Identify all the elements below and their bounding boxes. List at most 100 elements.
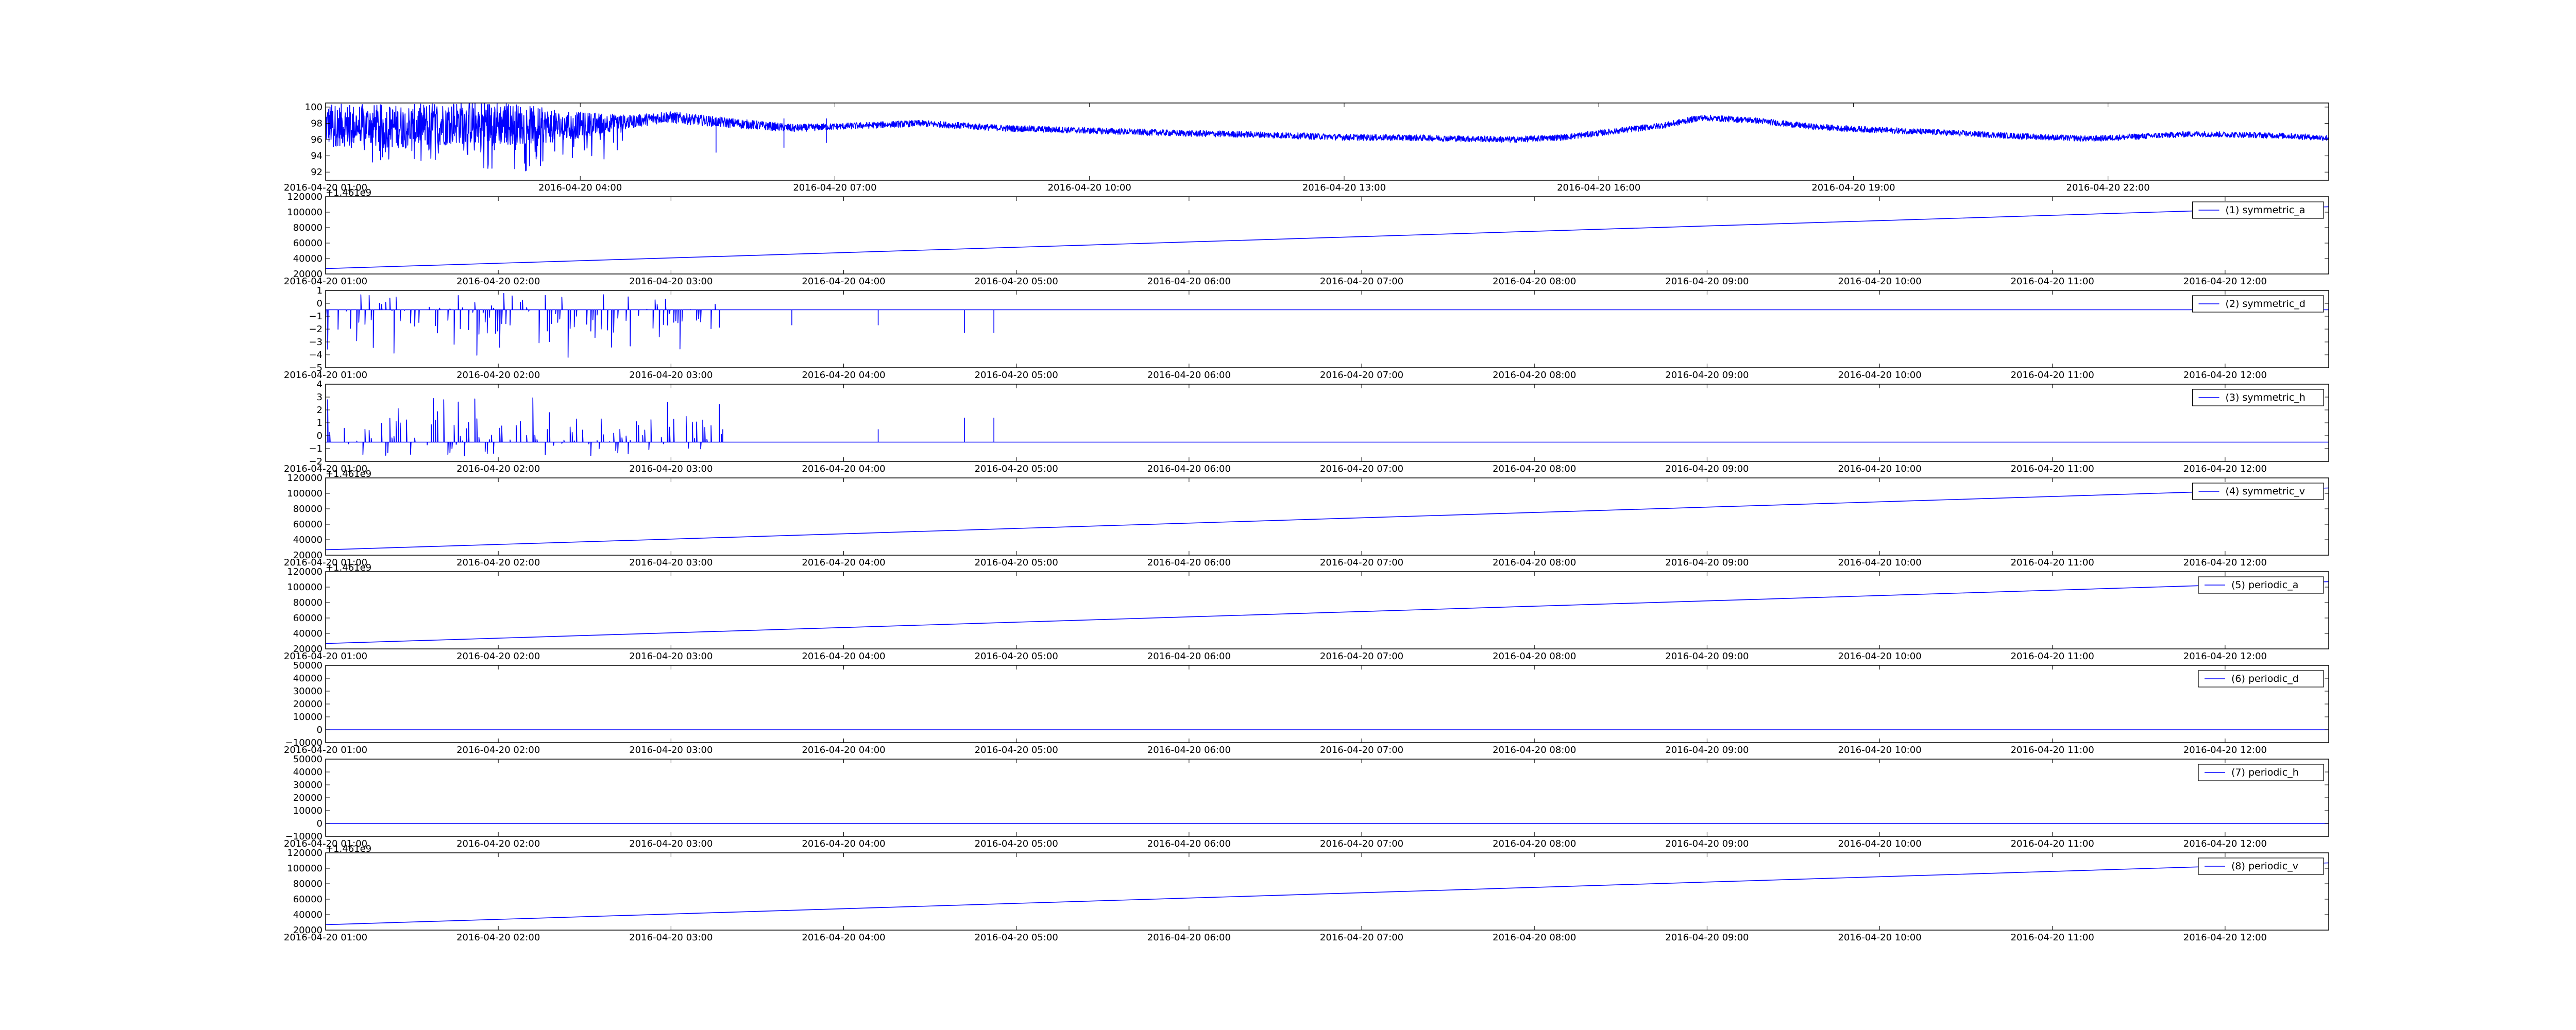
y-tick-label: 120000 (287, 848, 323, 859)
y-tick-label: 20000 (293, 793, 323, 803)
y-tick-label: 0 (317, 725, 323, 735)
legend-label: (3) symmetric_h (2226, 392, 2306, 403)
x-tick-label: 2016-04-20 02:00 (456, 276, 540, 287)
legend-label: (2) symmetric_d (2226, 298, 2306, 310)
axes-frame (325, 759, 2329, 837)
(2) symmetric_d series-line (326, 293, 2329, 358)
x-tick-label: 2016-04-20 10:00 (1838, 370, 1921, 381)
x-tick-label: 2016-04-20 02:00 (456, 464, 540, 474)
x-tick-label: 2016-04-20 04:00 (802, 745, 885, 756)
x-tick-label: 2016-04-20 07:00 (1320, 370, 1403, 381)
x-tick-label: 2016-04-20 07:00 (1320, 464, 1403, 474)
x-tick-label: 2016-04-20 11:00 (2011, 557, 2094, 568)
x-tick-label: 2016-04-20 10:00 (1838, 838, 1921, 849)
y-tick-label: 96 (311, 134, 323, 145)
x-tick-label: 2016-04-20 11:00 (2011, 838, 2094, 849)
x-tick-label: 2016-04-20 04:00 (802, 838, 885, 849)
x-tick-label: 2016-04-20 12:00 (2183, 745, 2267, 756)
y-tick-label: −1 (309, 443, 323, 454)
subplot-4: 43210−1−22016-04-20 01:00 2016-04-20 02:0… (284, 379, 2329, 474)
subplot-6: 200004000060000800001000001200002016-04-… (284, 562, 2329, 662)
y-tick-label: 50000 (293, 660, 323, 671)
subplot-9: 200004000060000800001000001200002016-04-… (284, 844, 2329, 943)
offset-text: +1.461e9 (326, 187, 371, 198)
x-tick-label: 2016-04-20 13:00 (1302, 182, 1386, 193)
x-tick-label: 2016-04-20 06:00 (1147, 745, 1231, 756)
x-tick-label: 2016-04-20 10:00 (1838, 464, 1921, 474)
subplot-3: 10−1−2−3−4−52016-04-20 01:00 2016-04-20 0… (284, 285, 2329, 381)
x-tick-label: 2016-04-20 08:00 (1493, 651, 1576, 662)
x-tick-label: 2016-04-20 07:00 (1320, 745, 1403, 756)
y-tick-label: 100 (305, 102, 323, 113)
x-tick-label: 2016-04-20 07:00 (793, 182, 876, 193)
y-tick-label: −4 (309, 350, 323, 360)
y-tick-label: 1 (317, 418, 323, 428)
y-tick-label: 40000 (293, 909, 323, 920)
x-tick-label: 2016-04-20 08:00 (1493, 276, 1576, 287)
y-tick-label: 40000 (293, 628, 323, 639)
figure: 92 94 96 98 100 2016-04-20 01:00 2016-04-20 04… (0, 0, 2576, 1030)
y-tick-label: 40000 (293, 673, 323, 684)
x-tick-label: 2016-04-20 12:00 (2183, 464, 2267, 474)
x-tick-label: 2016-04-20 02:00 (456, 651, 540, 662)
subplot-8: 50000400003000020000100000−100002016-04-… (284, 754, 2329, 849)
axes-frame (325, 852, 2329, 931)
x-tick-label: 2016-04-20 10:00 (1838, 276, 1921, 287)
plot-area (326, 103, 2329, 171)
legend-label: (4) symmetric_v (2226, 486, 2306, 497)
y-tick-label: 3 (317, 392, 323, 403)
y-tick-label: 60000 (293, 894, 323, 905)
legend-label: (8) periodic_v (2231, 861, 2298, 872)
x-tick-label: 2016-04-20 12:00 (2183, 932, 2267, 943)
(4) symmetric_v series-line (326, 487, 2329, 551)
y-tick-label: 120000 (287, 192, 323, 202)
y-tick-label: 4 (317, 379, 323, 390)
x-tick-label: 2016-04-20 05:00 (975, 651, 1058, 662)
x-tick-label: 2016-04-20 04:00 (802, 276, 885, 287)
x-tick-label: 2016-04-20 05:00 (975, 745, 1058, 756)
x-tick-label: 2016-04-20 19:00 (1811, 182, 1895, 193)
x-tick-label: 2016-04-20 01:00 (284, 370, 367, 381)
x-tick-label: 2016-04-20 10:00 (1838, 745, 1921, 756)
axes-frame (325, 477, 2329, 556)
y-tick-label: 100000 (287, 207, 323, 218)
x-tick-label: 2016-04-20 09:00 (1665, 370, 1749, 381)
x-tick-label: 2016-04-20 03:00 (629, 370, 713, 381)
y-tick-label: 30000 (293, 780, 323, 791)
axes-frame (325, 665, 2329, 743)
y-tick-label: 40000 (293, 535, 323, 545)
offset-text: +1.461e9 (326, 562, 371, 573)
x-tick-label: 2016-04-20 03:00 (629, 932, 713, 943)
plot-area (326, 397, 2329, 456)
y-tick-label: 94 (311, 151, 323, 162)
x-tick-label: 2016-04-20 03:00 (629, 745, 713, 756)
y-tick-label: 50000 (293, 754, 323, 765)
x-tick-label: 2016-04-20 08:00 (1493, 370, 1576, 381)
y-tick-label: 100000 (287, 488, 323, 499)
x-tick-label: 2016-04-20 10:00 (1838, 932, 1921, 943)
plot-area (326, 581, 2329, 644)
(1) symmetric_a series-line (326, 206, 2329, 269)
y-tick-label: 2 (317, 405, 323, 416)
y-tick-label: 0 (317, 431, 323, 441)
x-tick-label: 2016-04-20 05:00 (975, 276, 1058, 287)
y-tick-label: 30000 (293, 686, 323, 697)
y-tick-label: 80000 (293, 222, 323, 233)
x-tick-label: 2016-04-20 07:00 (1320, 651, 1403, 662)
x-tick-label: 2016-04-20 11:00 (2011, 651, 2094, 662)
legend-label: (5) periodic_a (2231, 579, 2298, 591)
x-tick-label: 2016-04-20 02:00 (456, 557, 540, 568)
x-tick-label: 2016-04-20 03:00 (629, 557, 713, 568)
x-tick-label: 2016-04-20 06:00 (1147, 276, 1231, 287)
x-tick-label: 2016-04-20 08:00 (1493, 838, 1576, 849)
x-tick-label: 2016-04-20 04:00 (538, 182, 622, 193)
x-tick-label: 2016-04-20 02:00 (456, 370, 540, 381)
x-tick-label: 2016-04-20 10:00 (1838, 651, 1921, 662)
x-tick-label: 2016-04-20 06:00 (1147, 651, 1231, 662)
subplot-5: 200004000060000800001000001200002016-04-… (284, 469, 2329, 568)
x-tick-label: 2016-04-20 01:00 (284, 276, 367, 287)
x-tick-label: 2016-04-20 08:00 (1493, 745, 1576, 756)
(5) periodic_a series-line (326, 581, 2329, 644)
subplot-7: 50000400003000020000100000−100002016-04-… (284, 660, 2329, 756)
y-tick-label: −3 (309, 337, 323, 348)
